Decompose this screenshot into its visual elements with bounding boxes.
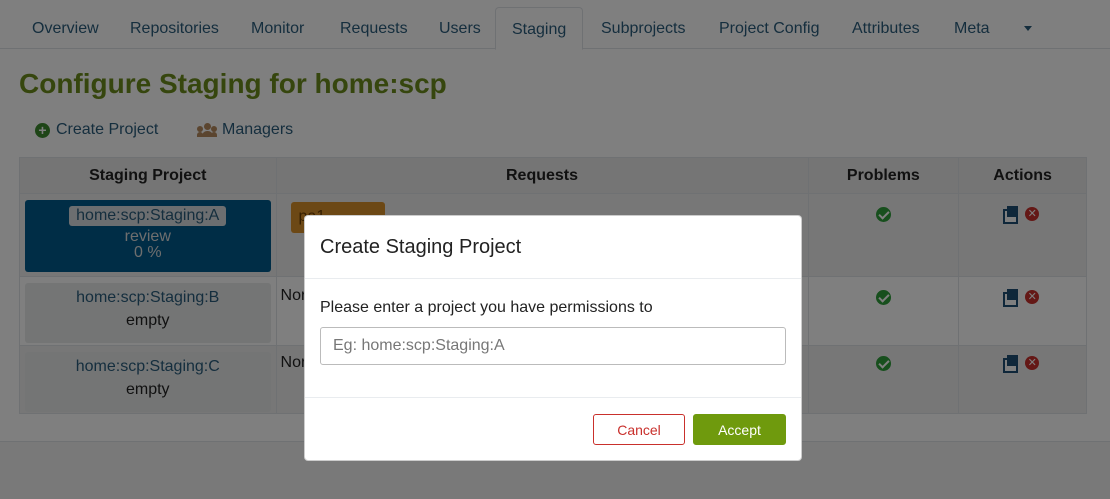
modal-footer: Cancel Accept	[305, 398, 801, 461]
modal-body: Please enter a project you have permissi…	[305, 279, 801, 398]
create-staging-project-dialog: Create Staging Project Please enter a pr…	[304, 215, 802, 461]
modal-header: Create Staging Project	[305, 216, 801, 279]
staging-project-input[interactable]	[320, 327, 786, 365]
modal-title: Create Staging Project	[320, 236, 522, 258]
cancel-button[interactable]: Cancel	[593, 414, 685, 445]
accept-button[interactable]: Accept	[693, 414, 786, 445]
project-prompt-label: Please enter a project you have permissi…	[320, 299, 653, 316]
